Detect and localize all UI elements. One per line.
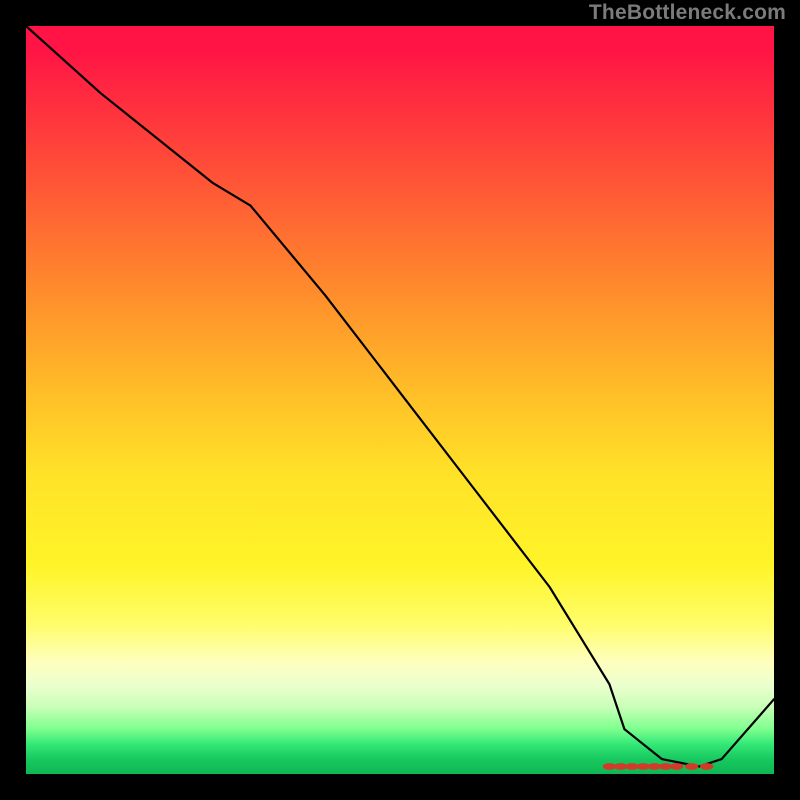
watermark-text: TheBottleneck.com	[589, 1, 786, 25]
optimal-marker	[700, 763, 713, 770]
chart-frame: TheBottleneck.com	[0, 0, 800, 800]
optimal-marker	[670, 763, 683, 770]
optimal-marker	[685, 763, 698, 770]
plot-area	[26, 26, 774, 774]
optimal-range-markers	[603, 763, 714, 770]
chart-svg	[26, 26, 774, 774]
bottleneck-curve-line	[26, 26, 774, 767]
